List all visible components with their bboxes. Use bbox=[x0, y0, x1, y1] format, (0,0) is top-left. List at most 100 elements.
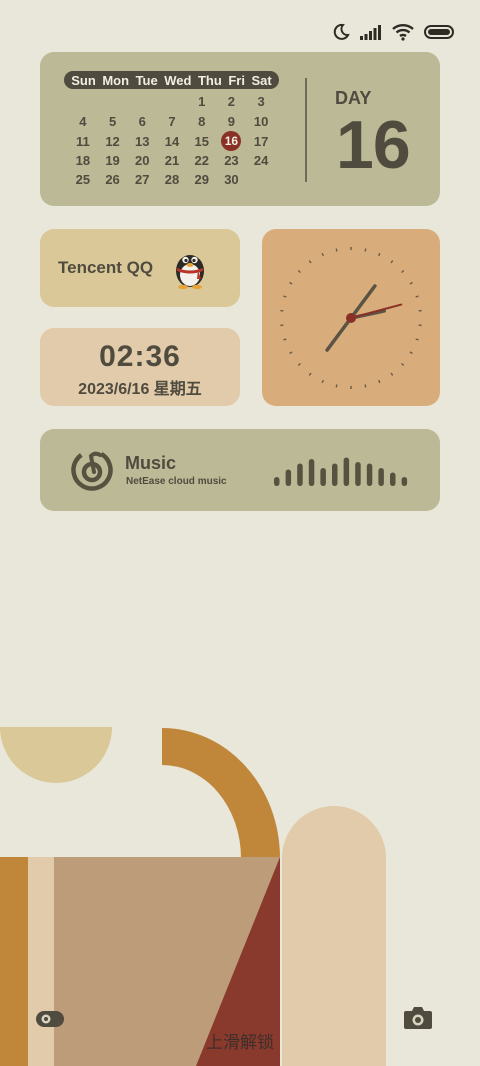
calendar-day: 22 bbox=[194, 152, 209, 168]
calendar-day: 2 bbox=[227, 94, 236, 110]
wifi-icon bbox=[392, 23, 414, 41]
calendar-day: 5 bbox=[108, 113, 117, 129]
wave-bar bbox=[297, 463, 303, 486]
wave-bar bbox=[366, 463, 373, 486]
clock-tick bbox=[409, 281, 413, 285]
calendar-day: 24 bbox=[253, 152, 269, 168]
weekday-label: Sat bbox=[251, 72, 272, 88]
calendar-widget[interactable]: Sun Mon Tue Wed Thu Fri Sat 1 2 3 4 5 6 … bbox=[40, 52, 440, 206]
clock-tick bbox=[289, 281, 293, 285]
status-bar bbox=[332, 20, 454, 44]
calendar-week: 18 19 20 21 22 23 24 bbox=[68, 151, 276, 171]
qq-widget[interactable]: Tencent QQ bbox=[40, 229, 240, 307]
wave-bar bbox=[320, 468, 326, 486]
music-title: Music bbox=[125, 453, 177, 473]
calendar-day: 6 bbox=[138, 113, 146, 129]
calendar-day: 19 bbox=[105, 152, 120, 168]
calendar-day: 7 bbox=[168, 113, 176, 129]
calendar-day: 17 bbox=[253, 133, 269, 149]
calendar-day: 20 bbox=[135, 152, 150, 168]
clock-tick bbox=[390, 260, 394, 264]
wave-bar bbox=[401, 477, 408, 486]
clock-tick bbox=[415, 295, 419, 298]
wave-bar bbox=[390, 472, 396, 486]
clock-tick bbox=[335, 248, 338, 252]
weekday-label: Thu bbox=[197, 72, 222, 88]
music-subtitle: NetEase cloud music bbox=[126, 476, 227, 487]
digital-time: 02:36 bbox=[99, 340, 181, 373]
time-date-widget[interactable]: 02:36 2023/6/16 星期五 bbox=[40, 328, 240, 406]
calendar-day: 23 bbox=[224, 152, 239, 168]
wave-bar bbox=[274, 477, 280, 486]
calendar-day: 1 bbox=[198, 94, 206, 110]
clock-tick bbox=[297, 362, 301, 367]
calendar-day: 26 bbox=[105, 172, 120, 188]
clock-tick bbox=[308, 372, 312, 376]
clock-tick bbox=[390, 372, 394, 376]
calendar-day: 21 bbox=[164, 152, 180, 168]
clock-tick bbox=[378, 379, 381, 384]
calendar-day: 8 bbox=[198, 113, 206, 129]
clock-tick bbox=[364, 248, 367, 252]
clock-tick bbox=[401, 269, 405, 274]
clock-face bbox=[280, 247, 422, 389]
calendar-grid: 1 2 3 4 5 6 7 8 9 10 11 12 13 14 15 16 1… bbox=[68, 92, 276, 190]
clock-tick bbox=[321, 252, 324, 257]
date-text: 2023/6/16 星期五 bbox=[78, 381, 202, 398]
unlock-hint[interactable]: 上滑解锁 bbox=[0, 1028, 480, 1053]
clock-center bbox=[346, 313, 356, 323]
calendar-day: 30 bbox=[224, 172, 239, 188]
netease-music-icon bbox=[70, 448, 114, 497]
calendar-day: 15 bbox=[194, 133, 209, 149]
wave-bar bbox=[378, 468, 384, 486]
calendar-day: 18 bbox=[75, 152, 91, 168]
weekday-header: Sun Mon Tue Wed Thu Fri Sat bbox=[64, 71, 279, 89]
moon-icon bbox=[332, 23, 350, 41]
calendar-day: 11 bbox=[75, 133, 90, 149]
clock-tick bbox=[283, 295, 287, 298]
day-number: 16 bbox=[336, 107, 411, 183]
calendar-week: 4 5 6 7 8 9 10 bbox=[68, 112, 276, 132]
music-widget[interactable]: Music NetEase cloud music bbox=[40, 429, 440, 511]
calendar-week: 1 2 3 bbox=[68, 92, 276, 112]
analog-clock-widget[interactable] bbox=[262, 229, 440, 406]
penguin-icon bbox=[170, 246, 210, 295]
weekday-label: Mon bbox=[102, 72, 130, 88]
clock-tick bbox=[283, 338, 287, 341]
battery-icon bbox=[424, 25, 454, 39]
clock-tick bbox=[409, 351, 413, 355]
clock-tick bbox=[289, 351, 293, 355]
clock-tick bbox=[415, 338, 419, 341]
clock-tick bbox=[335, 384, 338, 388]
clock-tick bbox=[297, 269, 301, 274]
wave-bar bbox=[355, 462, 361, 486]
calendar-day: 12 bbox=[105, 133, 120, 149]
calendar-day: 4 bbox=[79, 113, 87, 129]
weekday-label: Tue bbox=[135, 72, 158, 88]
signal-icon bbox=[360, 24, 382, 40]
calendar-day: 27 bbox=[135, 172, 150, 188]
calendar-day: 10 bbox=[253, 113, 269, 129]
calendar-week: 25 26 27 28 29 30 bbox=[68, 170, 276, 190]
clock-tick bbox=[308, 260, 312, 264]
calendar-day: 13 bbox=[135, 133, 150, 149]
calendar-day: 9 bbox=[227, 113, 236, 129]
clock-tick bbox=[378, 252, 381, 257]
weekday-label: Fri bbox=[228, 72, 245, 88]
clock-tick bbox=[364, 384, 367, 388]
weekday-label: Sun bbox=[71, 72, 96, 88]
calendar-day: 25 bbox=[75, 172, 91, 188]
clock-tick bbox=[321, 379, 324, 384]
wave-bar bbox=[332, 463, 338, 486]
calendar-day: 28 bbox=[164, 172, 180, 188]
audio-wave bbox=[274, 457, 408, 486]
weekday-label: Wed bbox=[164, 72, 192, 88]
clock-tick bbox=[401, 362, 405, 367]
calendar-divider bbox=[305, 78, 307, 182]
wave-bar bbox=[308, 459, 315, 486]
qq-title: Tencent QQ bbox=[58, 258, 154, 277]
calendar-day: 14 bbox=[164, 133, 180, 149]
wave-bar bbox=[343, 457, 350, 486]
calendar-week: 11 12 13 14 15 16 17 bbox=[68, 131, 276, 151]
calendar-day-today: 16 bbox=[221, 131, 242, 151]
